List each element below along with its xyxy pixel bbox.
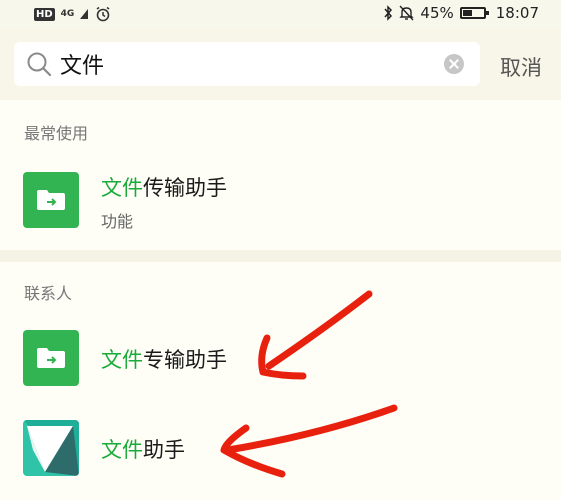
result-title-rest: 专输助手 [143, 348, 227, 372]
status-left: HD 4G [34, 5, 111, 23]
section-label-contacts: 联系人 [24, 284, 73, 303]
result-title-rest: 助手 [143, 438, 185, 462]
result-title: 文件助手 [101, 434, 185, 464]
section-divider [0, 250, 561, 262]
battery-icon [459, 7, 489, 19]
mute-icon [399, 5, 415, 21]
cancel-button[interactable]: 取消 [500, 52, 542, 82]
result-title-highlight: 文件 [101, 438, 143, 462]
folder-icon [37, 190, 65, 210]
search-header: 取消 [0, 28, 561, 100]
alarm-icon [96, 6, 110, 22]
status-bar: HD 4G 45% 18:07 [0, 0, 561, 28]
result-title-highlight: 文件 [101, 348, 143, 372]
battery-percent: 45% [420, 4, 454, 22]
annotation-arrow-2 [220, 404, 398, 478]
search-box[interactable] [14, 42, 480, 86]
search-icon [27, 52, 52, 77]
paper-plane-glyph [23, 420, 79, 476]
section-label-recent: 最常使用 [24, 124, 89, 143]
result-title-highlight: 文件 [101, 176, 143, 200]
result-title: 文件传输助手 [101, 172, 227, 202]
network-badge: 4G [60, 9, 75, 19]
status-right: 45% 18:07 [383, 3, 539, 23]
battery-level [462, 10, 472, 16]
folder-icon [37, 348, 65, 368]
clear-icon[interactable] [444, 54, 464, 74]
teal-paper-icon [23, 420, 79, 476]
file-transfer-icon [23, 172, 79, 228]
bluetooth-icon [384, 5, 393, 21]
clock: 18:07 [495, 4, 539, 22]
file-transfer-icon [23, 330, 79, 386]
hd-badge: HD [34, 7, 55, 21]
annotation-arrow-1 [258, 290, 373, 380]
signal-icon [79, 9, 88, 19]
result-title-rest: 传输助手 [143, 176, 227, 200]
result-row-file-transfer[interactable]: 文件传输助手 功能 [0, 158, 561, 242]
search-input[interactable] [60, 48, 430, 80]
result-title: 文件专输助手 [101, 344, 227, 374]
result-subtitle: 功能 [101, 212, 134, 231]
